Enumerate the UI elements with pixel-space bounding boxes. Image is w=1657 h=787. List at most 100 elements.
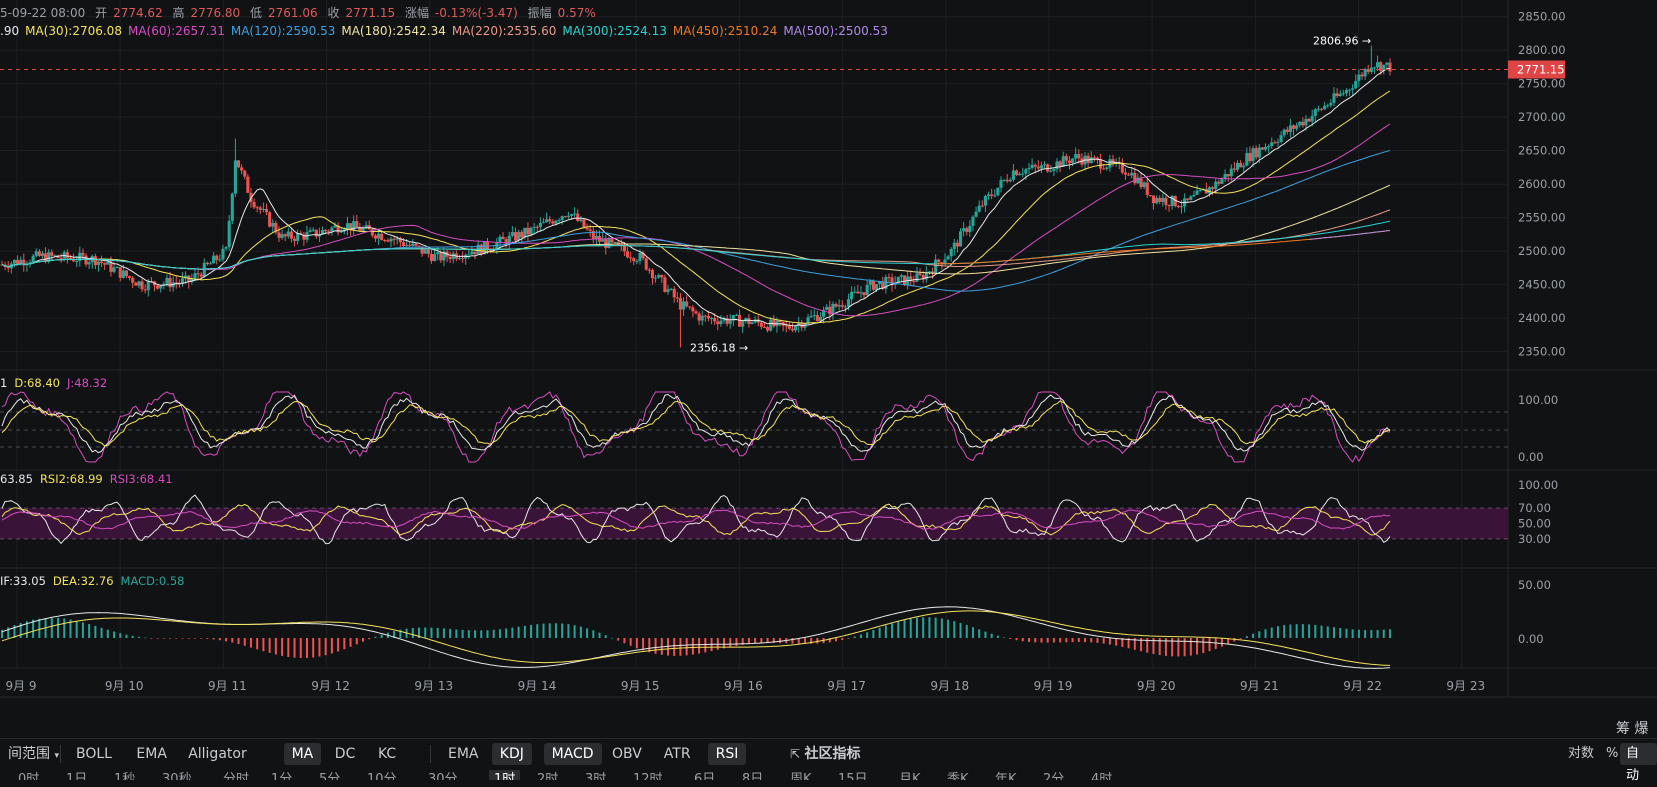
indicator-alligator-button[interactable]: Alligator <box>180 743 255 765</box>
macd-histogram-bar <box>953 621 956 638</box>
macd-histogram-bar <box>1357 629 1360 638</box>
candle-body <box>1049 170 1053 172</box>
indicator-kdj-button[interactable]: KDJ <box>491 743 532 765</box>
candle-body <box>874 284 879 290</box>
macd-histogram-bar <box>411 627 414 638</box>
timeframe-20-button[interactable]: 2分 <box>1043 770 1064 780</box>
indicator-ma-button[interactable]: MA <box>283 743 322 765</box>
candle-body <box>1164 197 1168 205</box>
community-indicators-button[interactable]: ⇱ 社区指标 <box>782 743 869 765</box>
timeframe-9-button[interactable]: 1时 <box>489 770 521 780</box>
candle-body <box>834 303 838 307</box>
macd-histogram-bar <box>648 638 651 653</box>
candle-body <box>68 257 73 259</box>
indicator-rsi-button[interactable]: RSI <box>707 743 747 765</box>
time-tick-label: 9月 23 <box>1446 679 1485 693</box>
candle-body <box>1211 187 1215 189</box>
time-tick-label: 9月 21 <box>1240 679 1279 693</box>
macd-histogram-bar <box>262 638 265 652</box>
candle-body <box>392 238 396 240</box>
timeframe-15-button[interactable]: 周K <box>790 770 812 780</box>
candle-body <box>741 321 745 327</box>
candle-body <box>1254 148 1258 158</box>
timeframe-17-button[interactable]: 月K <box>899 770 921 780</box>
indicator-toolbar: 间范围 ▾ BOLL EMA Alligator MA DC KC EMA KDJ MACD O… <box>0 738 1657 783</box>
candle-body <box>610 238 614 243</box>
timeframe-10-button[interactable]: 2时 <box>537 770 558 780</box>
timeframe-0-button[interactable]: 0时 <box>18 770 39 780</box>
auto-scale-toggle[interactable]: 自动 <box>1620 743 1657 783</box>
macd-histogram-bar <box>567 624 570 638</box>
timeframe-21-button[interactable]: 4时 <box>1091 770 1112 780</box>
candle-body <box>548 219 552 222</box>
candle-body <box>716 321 720 325</box>
indicator-boll-button[interactable]: BOLL <box>68 743 120 765</box>
indicator-dc-button[interactable]: DC <box>327 743 364 765</box>
candle-body <box>1307 118 1311 122</box>
indicator-macd-button[interactable]: MACD <box>543 743 602 765</box>
candle-body <box>345 223 349 230</box>
timeframe-7-button[interactable]: 10分 <box>367 770 397 780</box>
macd-histogram-bar <box>312 638 315 658</box>
log-scale-toggle[interactable]: 对数 <box>1562 743 1600 765</box>
candle-body <box>1089 157 1093 164</box>
macd-histogram-bar <box>480 630 483 638</box>
candle-body <box>1226 174 1230 177</box>
timeframe-2-button[interactable]: 1秒 <box>114 770 135 780</box>
macd-histogram-bar <box>368 638 371 640</box>
indicator-ema-button[interactable]: EMA <box>128 743 175 765</box>
candle-body <box>411 243 415 246</box>
timeframe-19-button[interactable]: 年K <box>995 770 1017 780</box>
candle-body <box>1161 197 1165 202</box>
timeframe-4-button[interactable]: 分时 <box>223 770 249 780</box>
candle-body <box>118 267 122 278</box>
candle-body <box>1018 173 1022 176</box>
macd-histogram-bar <box>125 634 128 638</box>
timeframe-1-button[interactable]: 1日 <box>66 770 87 780</box>
timeframe-16-button[interactable]: 15日 <box>838 770 868 780</box>
candle-body <box>784 325 788 327</box>
macd-histogram-bar <box>548 623 551 638</box>
indicator-atr-button[interactable]: ATR <box>656 743 699 765</box>
amp-value: 0.57% <box>557 6 596 20</box>
candle-body <box>1052 169 1056 171</box>
chip-distribution-toggle[interactable]: 筹 爆 <box>1616 718 1648 738</box>
macd-histogram-bar <box>492 629 495 638</box>
candle-body <box>1008 179 1012 182</box>
candle-body <box>613 242 617 244</box>
candle-body <box>1195 190 1199 195</box>
price-tick-label: 2700.00 <box>1518 110 1566 124</box>
timeframe-bar: 0时 1日 1秒 30秒 分时 1分 5分 10分 30分 1时 2时 3时 12时 6日 8日 周K 15日 月… <box>0 770 1657 780</box>
timeframe-3-button[interactable]: 30秒 <box>162 770 192 780</box>
candle-body <box>579 219 583 221</box>
timeframe-8-button[interactable]: 30分 <box>428 770 458 780</box>
timeframe-18-button[interactable]: 季K <box>947 770 969 780</box>
macd-histogram-bar <box>872 629 875 638</box>
candle-body <box>420 246 424 254</box>
candle-body <box>569 214 574 216</box>
ma-legend-item: MA(120):2590.53 <box>230 24 336 38</box>
candle-body <box>124 270 129 277</box>
candle-body <box>324 229 328 231</box>
price-tick-label: 2800.00 <box>1518 43 1566 57</box>
timeframe-13-button[interactable]: 6日 <box>694 770 715 780</box>
indicator-ema-button[interactable]: EMA <box>440 743 487 765</box>
candle-body <box>268 212 272 227</box>
timeframe-6-button[interactable]: 5分 <box>319 770 340 780</box>
macd-histogram-bar <box>1115 638 1118 646</box>
timeframe-11-button[interactable]: 3时 <box>585 770 606 780</box>
time-range-button[interactable]: 间范围 ▾ <box>0 743 67 765</box>
timeframe-12-button[interactable]: 12时 <box>633 770 663 780</box>
timeframe-5-button[interactable]: 1分 <box>271 770 292 780</box>
macd-histogram-bar <box>604 635 607 638</box>
candle-body <box>1273 142 1277 144</box>
candle-body <box>520 231 524 238</box>
candle-body <box>669 288 673 290</box>
candle-body <box>37 251 41 256</box>
indicator-kc-button[interactable]: KC <box>370 743 404 765</box>
low-value: 2761.06 <box>268 6 318 20</box>
kdj-legend-item: D:68.40 <box>14 376 60 390</box>
timeframe-14-button[interactable]: 8日 <box>742 770 763 780</box>
trading-chart[interactable]: 9月 9 9月 10 9月 11 9月 12 9月 13 9月 14 9月 15 9月 16 9… <box>0 0 1657 780</box>
indicator-obv-button[interactable]: OBV <box>604 743 650 765</box>
